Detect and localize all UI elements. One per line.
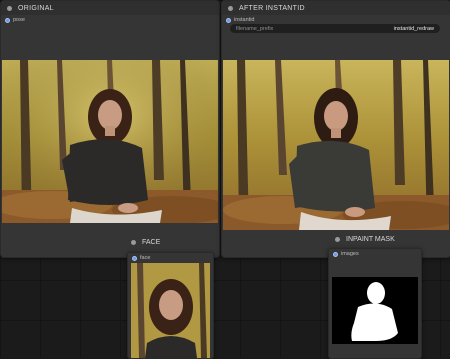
node-collapse-dot-icon[interactable]	[7, 5, 12, 11]
mask-node-title-bar[interactable]: INPAINT MASK	[335, 236, 395, 243]
original-node-title: ORIGINAL	[18, 4, 54, 12]
instantid-input-label: instantid	[234, 17, 255, 23]
input-port-icon[interactable]	[333, 251, 338, 257]
original-image	[2, 60, 218, 223]
mask-graphic	[332, 277, 418, 344]
mask-node-title: INPAINT MASK	[346, 236, 395, 243]
face-input-port[interactable]: face	[128, 253, 213, 263]
original-photo-graphic	[2, 60, 218, 223]
node-collapse-dot-icon[interactable]	[228, 5, 233, 11]
images-input-label: images	[341, 251, 359, 257]
pose-input-label: pose	[13, 17, 25, 23]
after-node-title: AFTER INSTANTID	[239, 4, 305, 12]
face-image	[131, 263, 210, 358]
after-photo-graphic	[223, 60, 449, 230]
face-node-title-bar[interactable]: FACE	[131, 239, 160, 246]
node-collapse-dot-icon[interactable]	[335, 237, 340, 242]
original-node-header[interactable]: ORIGINAL	[1, 1, 219, 15]
input-port-icon[interactable]	[5, 17, 10, 23]
filename-prefix-widget[interactable]: filename_prefix instantid_redraw	[230, 24, 440, 33]
face-photo-graphic	[131, 263, 210, 358]
input-port-icon[interactable]	[226, 17, 231, 23]
mask-image	[332, 277, 418, 344]
inpaint-mask-node[interactable]: images	[328, 248, 422, 359]
filename-prefix-value: instantid_redraw	[393, 25, 434, 32]
input-port-icon[interactable]	[132, 255, 137, 261]
filename-prefix-label: filename_prefix	[236, 25, 274, 32]
node-collapse-dot-icon[interactable]	[131, 240, 136, 245]
pose-input-port[interactable]: pose	[1, 15, 219, 25]
face-node-title: FACE	[142, 239, 161, 246]
face-input-label: face	[140, 255, 151, 261]
images-input-port[interactable]: images	[329, 249, 421, 259]
after-instantid-node[interactable]: AFTER INSTANTID instantid filename_prefi…	[221, 0, 450, 258]
face-node[interactable]: face	[127, 252, 214, 359]
after-node-header[interactable]: AFTER INSTANTID	[222, 1, 450, 15]
after-image	[223, 60, 449, 230]
original-node[interactable]: ORIGINAL pose	[0, 0, 220, 258]
